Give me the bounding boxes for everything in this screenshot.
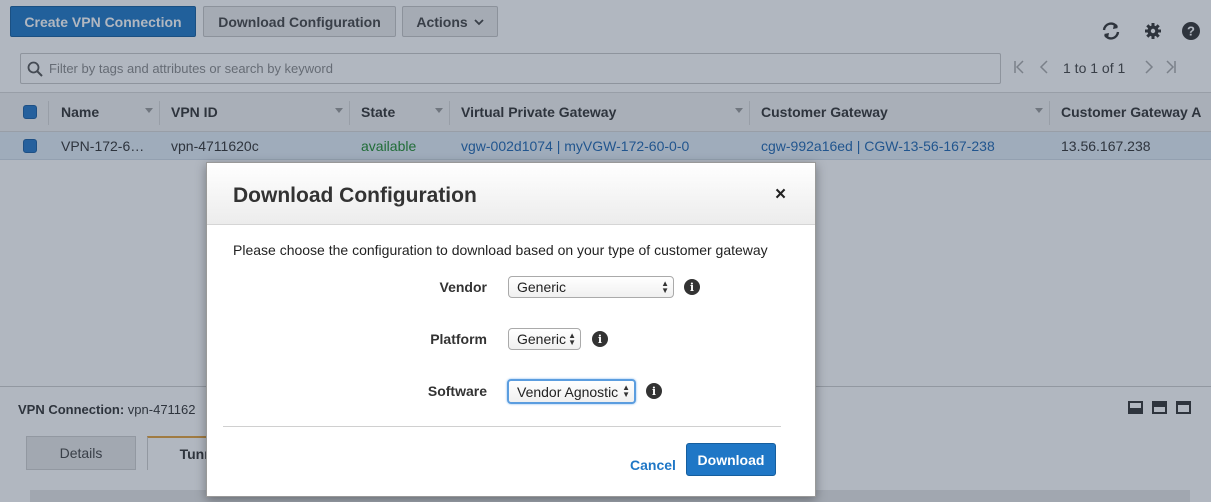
modal-title: Download Configuration [233, 184, 477, 207]
software-select-value: Vendor Agnostic [517, 383, 619, 400]
modal-header: Download Configuration × [207, 163, 815, 225]
close-icon[interactable]: × [775, 185, 786, 204]
modal-divider [223, 426, 781, 427]
platform-label: Platform [430, 331, 487, 347]
select-arrows-icon: ▲ ▼ [568, 331, 576, 347]
platform-select-value: Generic [517, 331, 567, 347]
vendor-info-icon[interactable]: i [684, 279, 700, 295]
vendor-select[interactable]: Generic ▲ ▼ [508, 276, 674, 298]
software-label: Software [427, 383, 487, 399]
select-arrows-icon: ▲ ▼ [661, 279, 669, 295]
download-configuration-dialog: Download Configuration × Please choose t… [206, 162, 816, 497]
cancel-button[interactable]: Cancel [630, 457, 676, 473]
platform-info-icon[interactable]: i [592, 331, 608, 347]
software-info-icon[interactable]: i [646, 383, 662, 399]
modal-description: Please choose the configuration to downl… [233, 242, 768, 258]
download-button[interactable]: Download [686, 443, 776, 476]
platform-select[interactable]: Generic ▲ ▼ [508, 328, 581, 350]
software-select[interactable]: Vendor Agnostic ▲ ▼ [507, 379, 636, 404]
vendor-label: Vendor [439, 279, 487, 295]
select-arrows-icon: ▲ ▼ [622, 383, 630, 399]
vendor-select-value: Generic [517, 279, 567, 295]
